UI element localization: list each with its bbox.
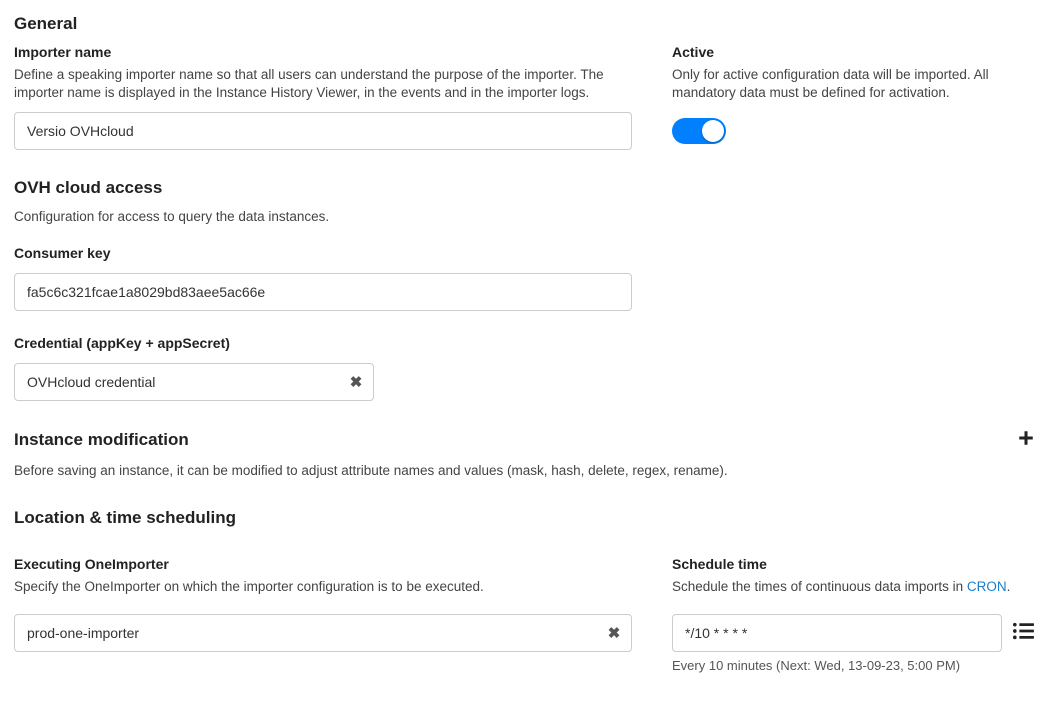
section-general: General Importer name Define a speaking …	[14, 14, 1035, 150]
importer-name-label: Importer name	[14, 44, 632, 60]
importer-name-help: Define a speaking importer name so that …	[14, 66, 632, 102]
active-toggle[interactable]	[672, 118, 726, 144]
add-modification-button[interactable]	[1017, 429, 1035, 452]
ovh-desc: Configuration for access to query the da…	[14, 208, 1035, 226]
consumer-key-label: Consumer key	[14, 245, 632, 261]
section-location-scheduling: Location & time scheduling Executing One…	[14, 508, 1035, 673]
consumer-key-input[interactable]	[14, 273, 632, 311]
schedule-time-label: Schedule time	[672, 556, 1035, 572]
active-label: Active	[672, 44, 1035, 60]
close-icon: ✖	[608, 624, 621, 642]
schedule-time-hint: Every 10 minutes (Next: Wed, 13-09-23, 5…	[672, 658, 1035, 673]
close-icon: ✖	[350, 373, 363, 391]
heading-instance-mod: Instance modification	[14, 430, 189, 450]
heading-ovh: OVH cloud access	[14, 178, 1035, 198]
executing-importer-clear-button[interactable]: ✖	[596, 614, 632, 652]
schedule-time-help: Schedule the times of continuous data im…	[672, 578, 1035, 596]
heading-general: General	[14, 14, 1035, 34]
cron-link[interactable]: CRON	[967, 579, 1007, 594]
schedule-presets-button[interactable]	[1012, 621, 1034, 646]
credential-clear-button[interactable]: ✖	[338, 363, 374, 401]
active-help: Only for active configuration data will …	[672, 66, 1035, 102]
heading-location: Location & time scheduling	[14, 508, 1035, 528]
credential-input[interactable]	[14, 363, 374, 401]
executing-importer-help: Specify the OneImporter on which the imp…	[14, 578, 632, 596]
instance-mod-desc: Before saving an instance, it can be mod…	[14, 462, 1035, 480]
executing-importer-label: Executing OneImporter	[14, 556, 632, 572]
executing-importer-input[interactable]	[14, 614, 632, 652]
importer-name-input[interactable]	[14, 112, 632, 150]
plus-icon	[1017, 434, 1035, 451]
schedule-time-input[interactable]	[672, 614, 1002, 652]
section-ovh-access: OVH cloud access Configuration for acces…	[14, 178, 1035, 400]
list-icon	[1012, 628, 1034, 645]
credential-label: Credential (appKey + appSecret)	[14, 335, 1035, 351]
section-instance-modification: Instance modification Before saving an i…	[14, 429, 1035, 480]
